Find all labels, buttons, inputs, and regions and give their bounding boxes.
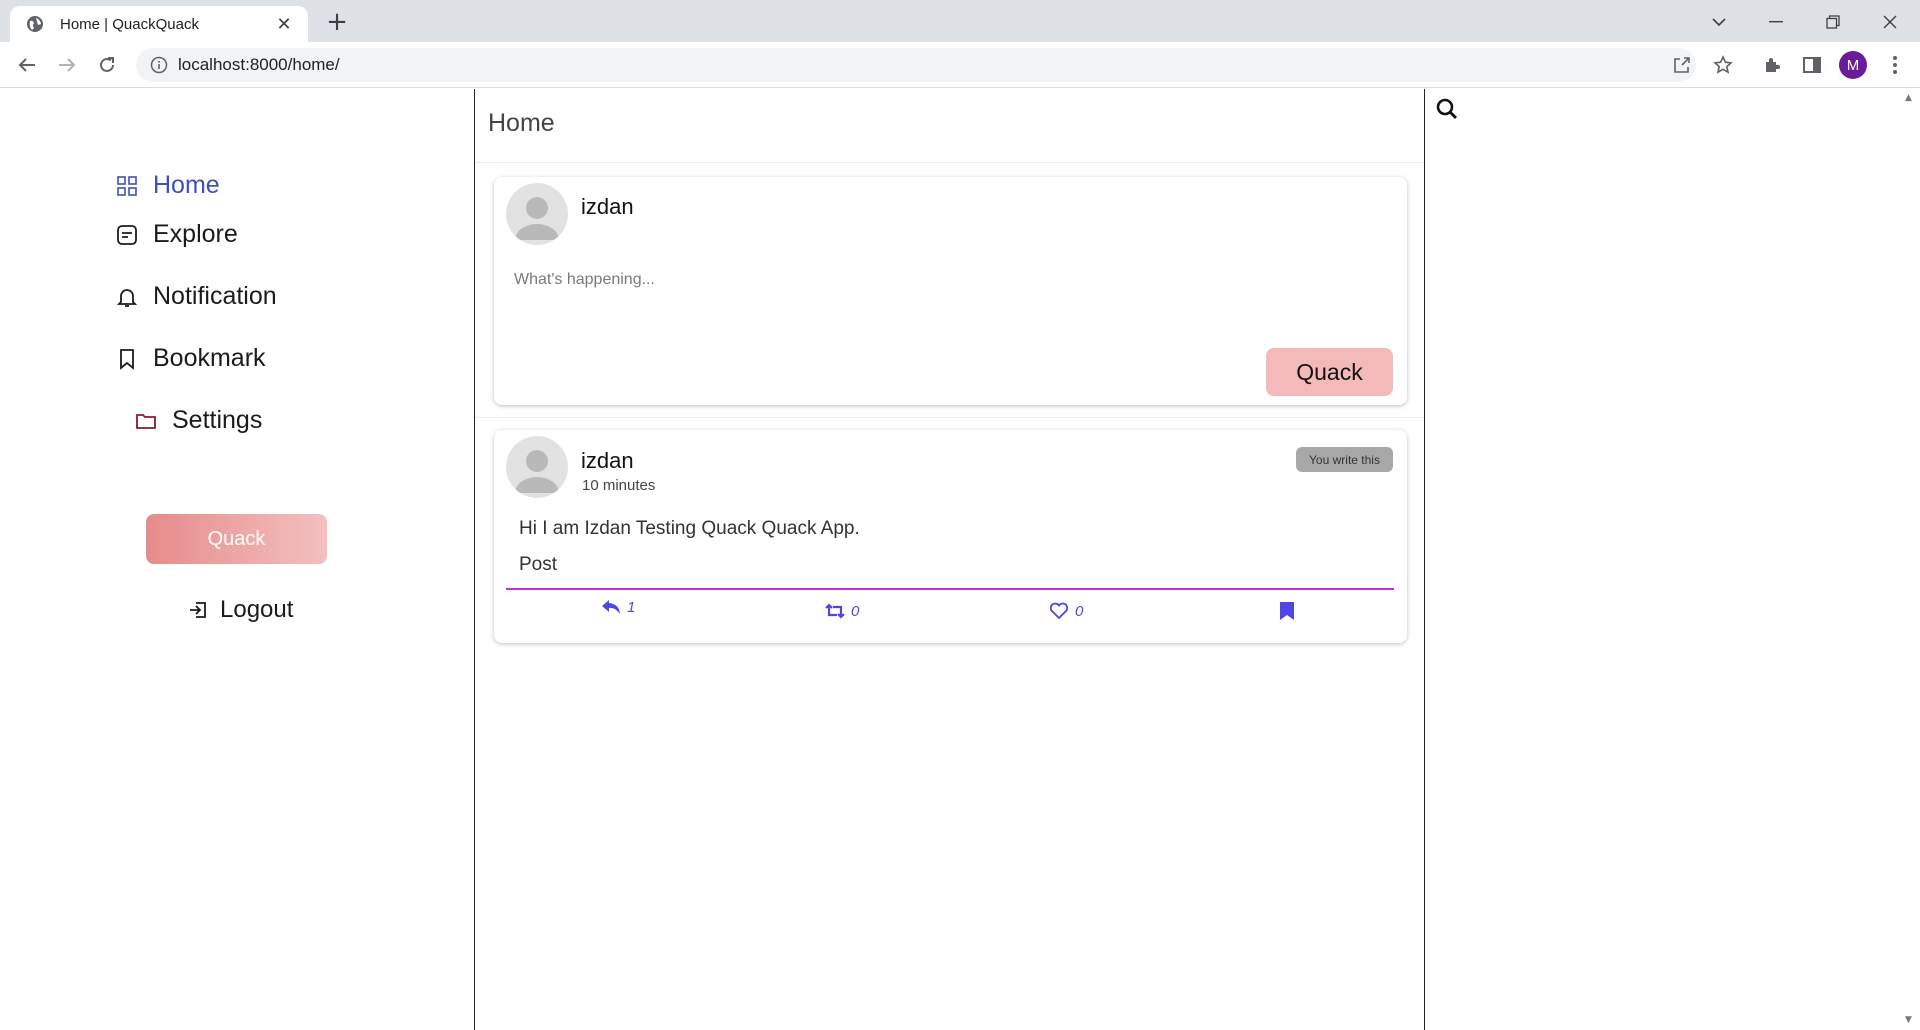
post-timestamp: 10 minutes [582, 477, 656, 494]
extensions-icon[interactable] [1761, 54, 1783, 76]
logout-button[interactable]: Logout [186, 596, 293, 624]
close-window-icon[interactable] [1876, 8, 1904, 36]
post-body: Hi I am Izdan Testing Quack Quack App. [519, 518, 860, 539]
browser-tab-bar: Home | QuackQuack ✕ + [0, 0, 1920, 42]
like-count: 0 [1075, 602, 1084, 620]
sidebar-item-explore[interactable]: Explore [115, 220, 238, 249]
compose-input[interactable] [512, 265, 1372, 295]
bookmark-icon [115, 347, 139, 371]
post-type-label: Post [519, 554, 558, 575]
address-bar[interactable]: localhost:8000/home/ [136, 48, 1696, 82]
sidebar-item-notification[interactable]: Notification [115, 282, 277, 311]
repost-icon [824, 600, 846, 622]
heart-icon [1048, 600, 1070, 622]
sidebar-item-bookmark[interactable]: Bookmark [115, 344, 266, 373]
bookmark-filled-icon [1276, 600, 1298, 622]
globe-icon [27, 16, 43, 32]
post-separator [506, 588, 1394, 590]
logout-icon [186, 598, 210, 622]
reply-button[interactable]: 1 [600, 596, 635, 618]
browser-tab[interactable]: Home | QuackQuack ✕ [10, 6, 308, 42]
requack-count: 0 [851, 602, 860, 620]
browser-toolbar: localhost:8000/home/ M [0, 42, 1920, 88]
menu-kebab-icon[interactable] [1884, 54, 1906, 76]
share-icon[interactable] [1671, 54, 1693, 76]
feed: Home izdan Quack izdan 10 minutes You wr… [474, 89, 1425, 1030]
site-info-icon[interactable] [150, 56, 168, 74]
post-username[interactable]: izdan [581, 448, 634, 474]
post-card: izdan 10 minutes You write this Hi I am … [494, 430, 1407, 643]
grid-icon [115, 174, 139, 198]
reply-icon [600, 596, 622, 618]
status-badge: You write this [1296, 447, 1393, 472]
close-tab-icon[interactable]: ✕ [274, 14, 294, 35]
logout-label: Logout [220, 596, 294, 623]
sidebar-item-home[interactable]: Home [115, 171, 220, 200]
sidebar-quack-button[interactable]: Quack [146, 514, 327, 564]
tab-title: Home | QuackQuack [60, 15, 199, 33]
avatar [506, 436, 568, 498]
bookmark-post-button[interactable] [1276, 600, 1303, 622]
avatar [506, 183, 568, 245]
restore-icon[interactable] [1819, 8, 1847, 36]
sidebar-item-label: Bookmark [153, 344, 266, 372]
requack-button[interactable]: 0 [824, 600, 859, 622]
scrollbar[interactable]: ▲ ▼ [1900, 89, 1920, 1030]
right-column [1426, 89, 1901, 1030]
feed-divider [475, 417, 1424, 418]
sidebar-item-settings[interactable]: Settings [134, 406, 262, 435]
reload-icon[interactable] [93, 51, 121, 79]
search-icon[interactable] [1435, 97, 1459, 121]
url-text[interactable]: localhost:8000/home/ [178, 55, 340, 75]
side-panel-icon[interactable] [1801, 54, 1823, 76]
sidebar-item-label: Settings [172, 406, 263, 434]
back-icon[interactable] [13, 51, 41, 79]
sidebar-item-label: Home [153, 171, 220, 199]
bell-icon [115, 285, 139, 309]
composer-username: izdan [581, 194, 634, 219]
forward-icon[interactable] [53, 51, 81, 79]
quack-submit-button[interactable]: Quack [1266, 348, 1393, 396]
page-title: Home [475, 89, 1424, 163]
sidebar: Home Explore Notification Bookmark Setti… [0, 89, 474, 1030]
folder-icon [134, 409, 158, 433]
like-button[interactable]: 0 [1048, 600, 1083, 622]
new-tab-icon[interactable]: + [324, 9, 350, 36]
scroll-down-icon[interactable]: ▼ [1905, 1015, 1912, 1025]
sidebar-item-label: Explore [153, 220, 238, 248]
reply-count: 1 [627, 598, 636, 616]
minimize-icon[interactable] [1762, 8, 1790, 36]
scroll-up-icon[interactable]: ▲ [1905, 93, 1912, 103]
sidebar-item-label: Notification [153, 282, 277, 310]
composer-card: izdan Quack [494, 177, 1407, 405]
bookmark-star-icon[interactable] [1712, 54, 1734, 76]
profile-avatar[interactable]: M [1839, 51, 1867, 79]
note-icon [115, 223, 139, 247]
page-viewport: Home Explore Notification Bookmark Setti… [0, 89, 1920, 1030]
tab-search-icon[interactable] [1705, 8, 1733, 36]
